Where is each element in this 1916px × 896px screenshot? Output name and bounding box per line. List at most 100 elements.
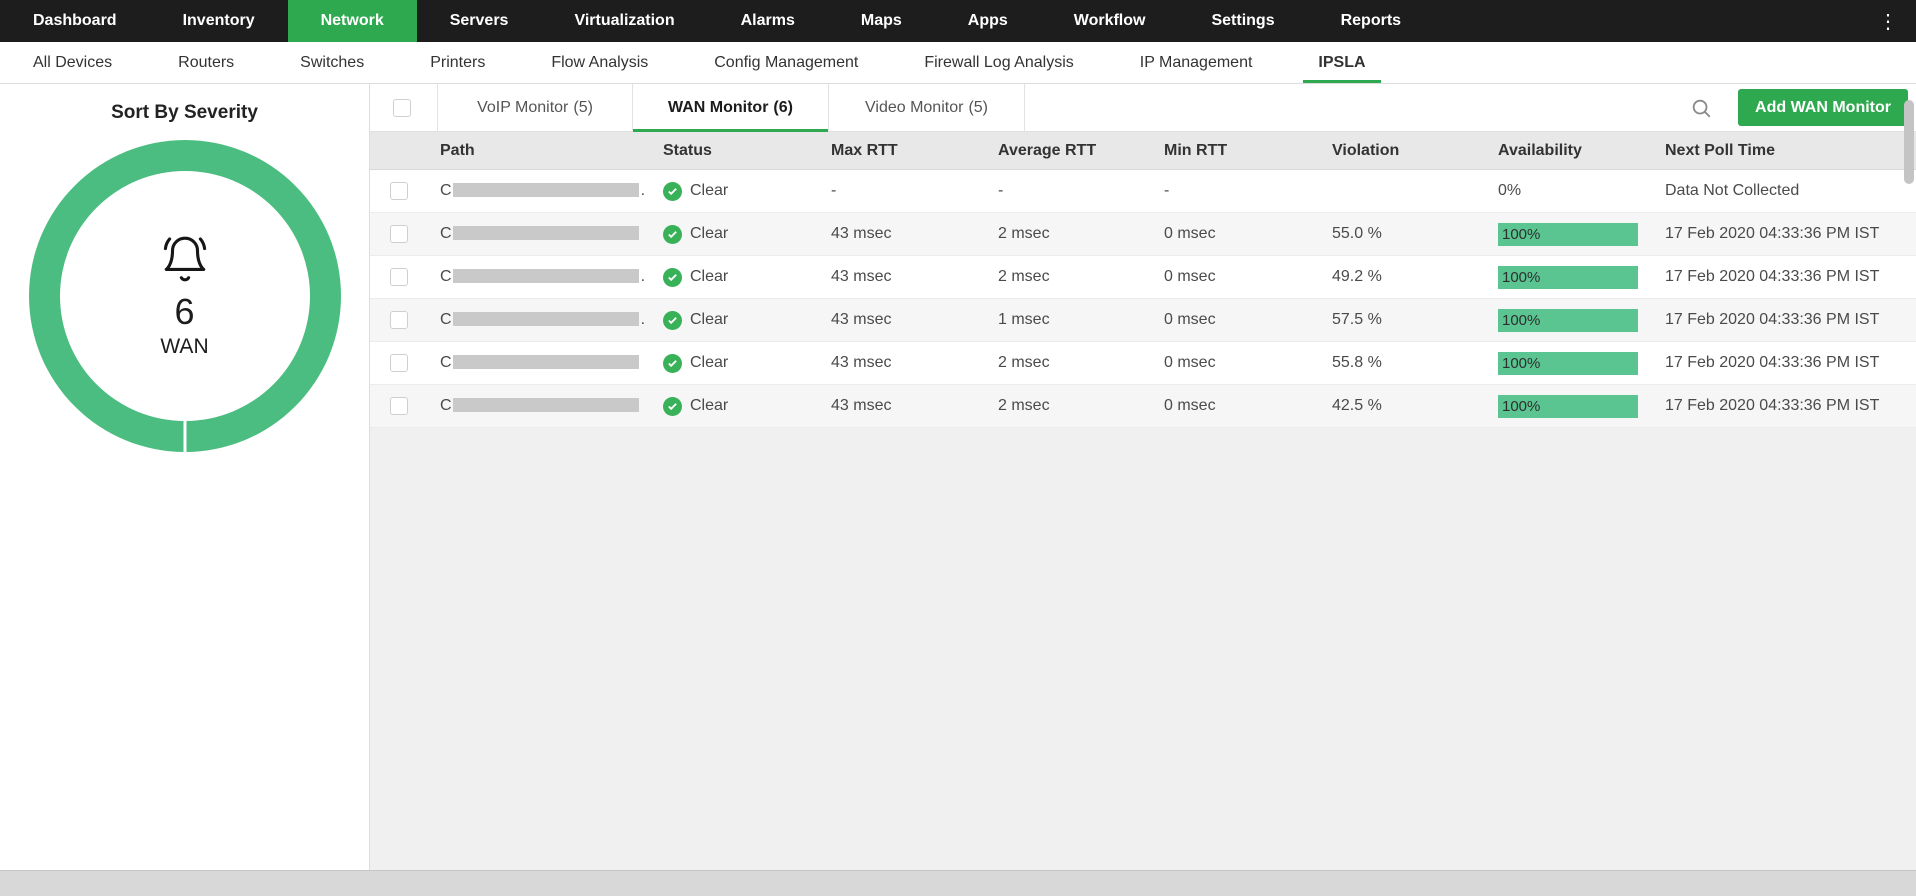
availability-cell: 100% — [1498, 222, 1665, 246]
min-rtt-cell: 0 msec — [1164, 268, 1216, 285]
max-rtt-cell: 43 msec — [831, 225, 892, 242]
secondary-navigation: All Devices Routers Switches Printers Fl… — [0, 42, 1916, 84]
row-checkbox[interactable] — [390, 268, 408, 286]
column-header-min-rtt[interactable]: Min RTT — [1164, 142, 1332, 160]
table-row[interactable]: C. Clear 43 msec 1 msec 0 msec 57.5 % 10… — [370, 299, 1916, 342]
row-checkbox[interactable] — [390, 311, 408, 329]
main-panel: VoIP Monitor (5) WAN Monitor (6) Video M… — [370, 84, 1916, 870]
average-rtt-cell: 2 msec — [998, 268, 1050, 285]
status-clear-icon — [663, 353, 682, 373]
redacted-path — [452, 226, 639, 240]
donut-segment-divider — [183, 419, 186, 452]
row-checkbox[interactable] — [390, 182, 408, 200]
availability-cell: 100% — [1498, 394, 1665, 418]
subnav-item-firewall-log-analysis[interactable]: Firewall Log Analysis — [891, 42, 1106, 83]
subnav-item-switches[interactable]: Switches — [267, 42, 397, 83]
tab-label: Video Monitor — [865, 98, 964, 116]
row-checkbox[interactable] — [390, 354, 408, 372]
vertical-scrollbar[interactable] — [1904, 100, 1914, 184]
topnav-item-reports[interactable]: Reports — [1308, 0, 1434, 42]
bell-icon — [158, 234, 212, 289]
next-poll-cell: 17 Feb 2020 04:33:36 PM IST — [1665, 397, 1880, 414]
status-clear-icon — [663, 310, 682, 330]
topnav-item-servers[interactable]: Servers — [417, 0, 542, 42]
subnav-item-routers[interactable]: Routers — [145, 42, 267, 83]
table-row[interactable]: C Clear 43 msec 2 msec 0 msec 55.8 % 100… — [370, 342, 1916, 385]
add-wan-monitor-button[interactable]: Add WAN Monitor — [1738, 89, 1908, 126]
violation-cell: 42.5 % — [1332, 397, 1382, 414]
donut-center: 6 WAN — [59, 171, 310, 421]
status-clear-icon — [663, 224, 682, 244]
subnav-item-ipsla[interactable]: IPSLA — [1285, 42, 1398, 83]
tab-count: (6) — [773, 98, 793, 116]
status-clear-icon — [663, 267, 682, 287]
next-poll-cell: Data Not Collected — [1665, 182, 1800, 199]
min-rtt-cell: 0 msec — [1164, 397, 1216, 414]
violation-cell: 55.0 % — [1332, 225, 1382, 242]
topnav-item-settings[interactable]: Settings — [1178, 0, 1307, 42]
availability-bar: 100% — [1498, 394, 1638, 418]
topnav-item-inventory[interactable]: Inventory — [150, 0, 288, 42]
sidebar-title: Sort By Severity — [111, 102, 258, 123]
redacted-path — [452, 269, 639, 283]
column-header-availability[interactable]: Availability — [1498, 142, 1665, 160]
average-rtt-cell: - — [998, 182, 1004, 199]
table-row[interactable]: C. Clear 43 msec 2 msec 0 msec 49.2 % 10… — [370, 256, 1916, 299]
path-cell: C — [440, 225, 663, 243]
next-poll-cell: 17 Feb 2020 04:33:36 PM IST — [1665, 225, 1880, 242]
average-rtt-cell: 1 msec — [998, 311, 1050, 328]
topnav-item-maps[interactable]: Maps — [828, 0, 935, 42]
tab-wan-monitor[interactable]: WAN Monitor (6) — [633, 84, 829, 132]
table-row[interactable]: C. Clear - - - 0% Data Not Collected — [370, 170, 1916, 213]
table-row[interactable]: C Clear 43 msec 2 msec 0 msec 55.0 % 100… — [370, 213, 1916, 256]
column-header-path[interactable]: Path — [440, 142, 663, 160]
next-poll-cell: 17 Feb 2020 04:33:36 PM IST — [1665, 354, 1880, 371]
row-checkbox[interactable] — [390, 225, 408, 243]
path-cell: C. — [440, 182, 646, 199]
topnav-item-apps[interactable]: Apps — [935, 0, 1041, 42]
severity-sidebar: Sort By Severity 6 WAN — [0, 84, 370, 870]
column-header-max-rtt[interactable]: Max RTT — [831, 142, 998, 160]
average-rtt-cell: 2 msec — [998, 225, 1050, 242]
severity-donut[interactable]: 6 WAN — [28, 140, 341, 452]
min-rtt-cell: - — [1164, 182, 1170, 199]
topnav-item-virtualization[interactable]: Virtualization — [541, 0, 707, 42]
path-cell: C — [440, 397, 663, 415]
search-icon[interactable] — [1690, 84, 1712, 131]
availability-cell: 0% — [1498, 182, 1522, 199]
status-cell: Clear — [663, 267, 831, 287]
horizontal-scrollbar-track[interactable] — [0, 870, 1916, 896]
more-menu-icon[interactable]: ⋮ — [1860, 0, 1916, 42]
monitor-toolbar: VoIP Monitor (5) WAN Monitor (6) Video M… — [370, 84, 1916, 132]
average-rtt-cell: 2 msec — [998, 397, 1050, 414]
subnav-item-config-management[interactable]: Config Management — [681, 42, 891, 83]
status-cell: Clear — [663, 224, 831, 244]
severity-count: 6 — [174, 290, 195, 332]
column-header-violation[interactable]: Violation — [1332, 142, 1498, 160]
min-rtt-cell: 0 msec — [1164, 225, 1216, 242]
select-all-checkbox[interactable] — [393, 98, 411, 117]
next-poll-cell: 17 Feb 2020 04:33:36 PM IST — [1665, 311, 1880, 328]
wan-monitor-table: Path Status Max RTT Average RTT Min RTT … — [370, 132, 1916, 428]
tab-video-monitor[interactable]: Video Monitor (5) — [829, 84, 1025, 131]
subnav-item-all-devices[interactable]: All Devices — [0, 42, 145, 83]
availability-cell: 100% — [1498, 308, 1665, 332]
subnav-item-flow-analysis[interactable]: Flow Analysis — [518, 42, 681, 83]
tab-voip-monitor[interactable]: VoIP Monitor (5) — [437, 84, 633, 131]
subnav-item-ip-management[interactable]: IP Management — [1107, 42, 1286, 83]
topnav-item-workflow[interactable]: Workflow — [1041, 0, 1179, 42]
column-header-next-poll-time[interactable]: Next Poll Time — [1665, 142, 1916, 160]
row-checkbox[interactable] — [390, 397, 408, 415]
topnav-item-network[interactable]: Network — [287, 0, 417, 42]
table-row[interactable]: C Clear 43 msec 2 msec 0 msec 42.5 % 100… — [370, 385, 1916, 428]
column-header-status[interactable]: Status — [663, 142, 831, 160]
topnav-item-dashboard[interactable]: Dashboard — [0, 0, 150, 42]
availability-cell: 100% — [1498, 351, 1665, 375]
monitor-tabs: VoIP Monitor (5) WAN Monitor (6) Video M… — [437, 84, 1025, 132]
min-rtt-cell: 0 msec — [1164, 354, 1216, 371]
max-rtt-cell: - — [831, 182, 837, 199]
status-cell: Clear — [663, 353, 831, 373]
column-header-average-rtt[interactable]: Average RTT — [998, 142, 1164, 160]
topnav-item-alarms[interactable]: Alarms — [708, 0, 828, 42]
subnav-item-printers[interactable]: Printers — [397, 42, 518, 83]
